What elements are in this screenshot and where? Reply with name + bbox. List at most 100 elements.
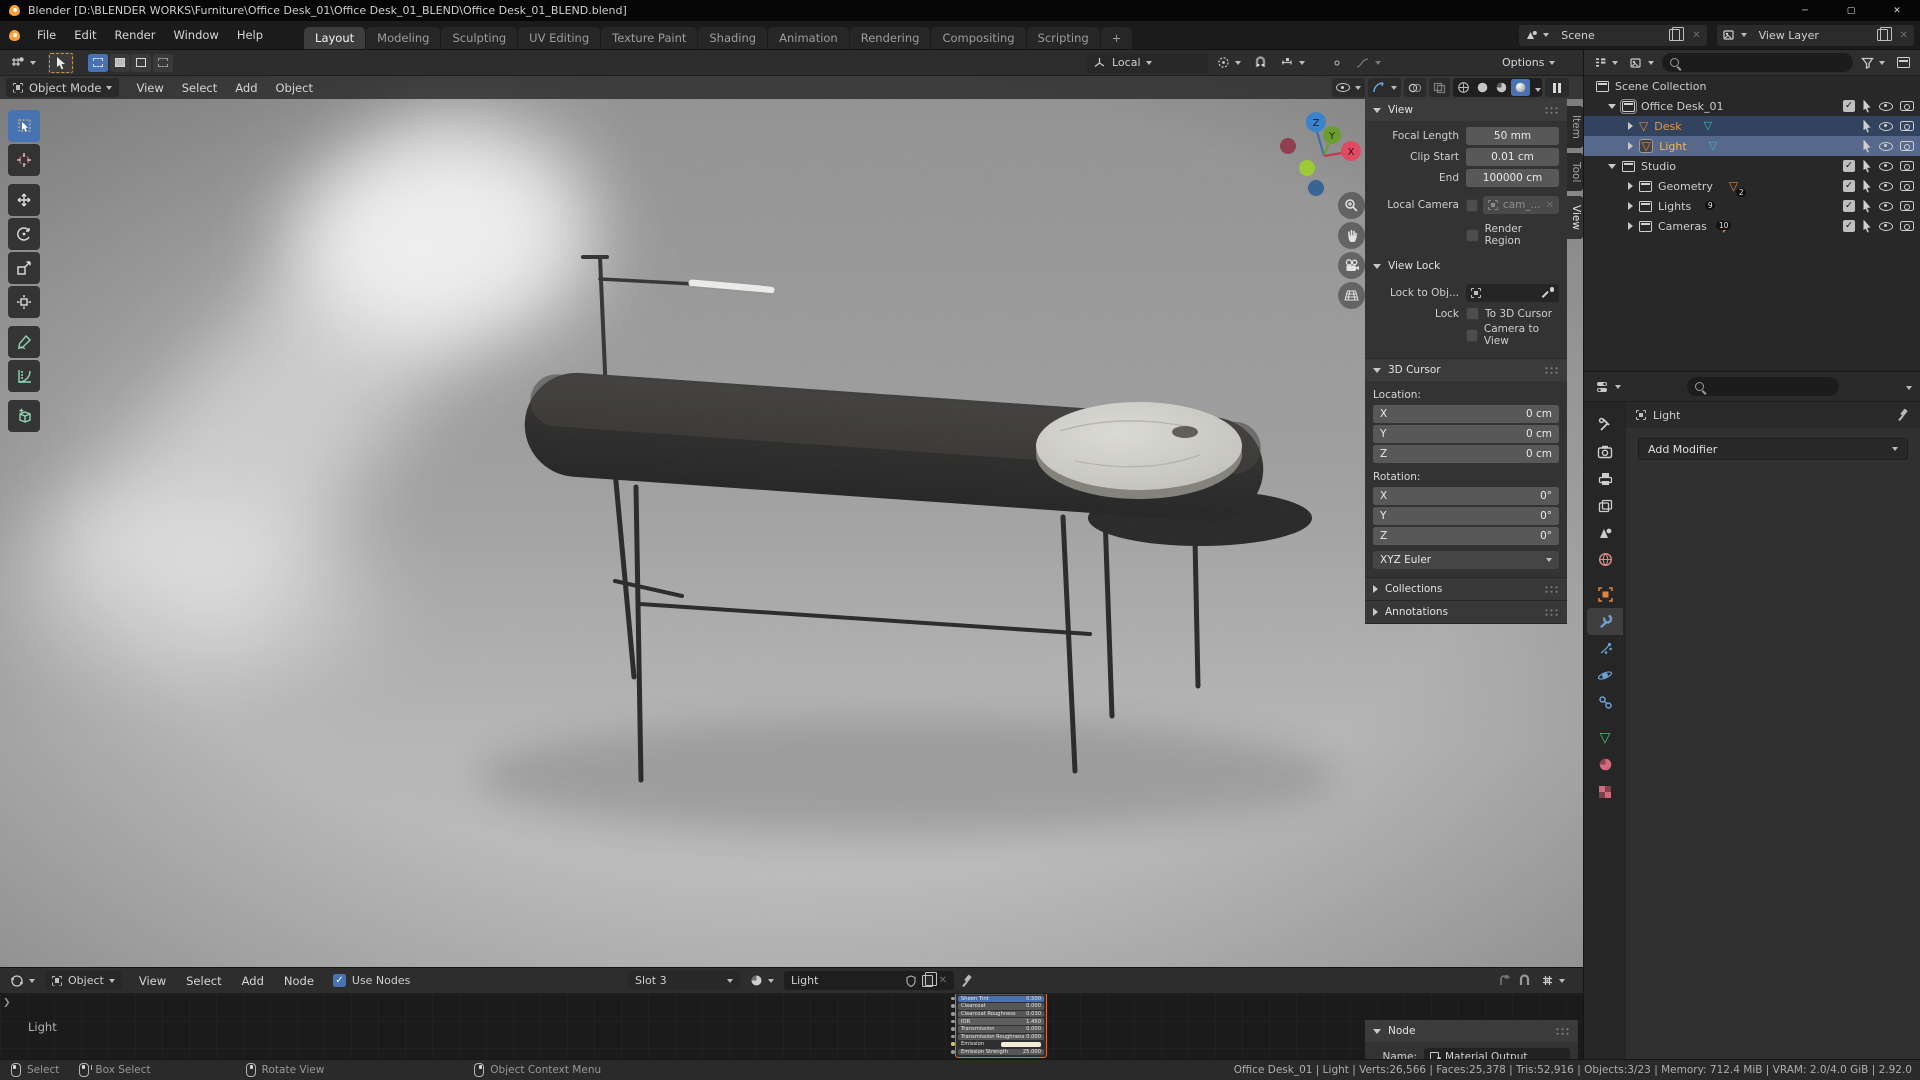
tool-scale[interactable]	[8, 252, 40, 284]
selectable-icon[interactable]	[1862, 120, 1872, 133]
hide-icon[interactable]	[1879, 142, 1893, 151]
panel-drag-handle[interactable]	[1544, 366, 1559, 375]
proportional-falloff-dropdown[interactable]	[1352, 53, 1385, 73]
outliner-item-cameras[interactable]: Cameras 10	[1584, 216, 1920, 236]
tab-object[interactable]	[1587, 581, 1623, 608]
cursor-loc-z[interactable]: Z0 cm	[1373, 445, 1559, 463]
select-mode-subtract[interactable]	[131, 54, 151, 72]
principled-bsdf-node[interactable]: Sheen0.000 Sheen Tint0.500 Clearcoat0.00…	[955, 994, 1047, 1058]
local-camera-field[interactable]: cam_... ✕	[1483, 196, 1559, 214]
mode-dropdown[interactable]: Object Mode	[6, 78, 119, 97]
tab-texture[interactable]	[1587, 778, 1623, 805]
node-panel-header[interactable]: Node	[1365, 1020, 1578, 1042]
object-visibility-dropdown[interactable]	[1332, 78, 1365, 97]
add-view-layer-icon[interactable]	[1871, 25, 1894, 46]
shader-menu-view[interactable]: View	[130, 968, 175, 993]
outliner-filter-funnel-dropdown[interactable]	[1857, 53, 1889, 72]
gizmos-dropdown[interactable]	[1368, 78, 1401, 97]
hide-icon[interactable]	[1879, 182, 1893, 191]
tab-render[interactable]	[1587, 438, 1623, 465]
clip-start-field[interactable]: 0.01 cm	[1466, 148, 1559, 166]
workspace-tab-layout[interactable]: Layout	[304, 27, 365, 49]
snapping-dropdown[interactable]	[1276, 53, 1309, 73]
breadcrumb-object-name[interactable]: Light	[1653, 409, 1680, 422]
tab-modifiers[interactable]	[1587, 608, 1623, 635]
shader-canvas[interactable]: ❯ Light Sheen0.000 Sheen Tint0.500 Clear…	[0, 994, 1583, 1059]
lock-to-object-field[interactable]	[1466, 284, 1559, 302]
unlink-material-icon[interactable]: ✕	[939, 975, 947, 986]
emission-color-swatch[interactable]	[1001, 1042, 1041, 1047]
expand-icon[interactable]	[1608, 104, 1616, 109]
viewport-menu-view[interactable]: View	[127, 76, 172, 99]
render-visibility-icon[interactable]	[1900, 201, 1914, 211]
editor-type-3d-viewport-icon[interactable]	[6, 53, 40, 73]
view-layer-browse-icon[interactable]	[1717, 25, 1753, 46]
select-mode-set[interactable]	[88, 54, 108, 72]
workspace-tab-shading[interactable]: Shading	[698, 27, 767, 49]
tab-constraints[interactable]	[1587, 689, 1623, 716]
exclude-checkbox[interactable]	[1843, 160, 1855, 172]
shading-wireframe-icon[interactable]	[1454, 79, 1473, 96]
cursor-rot-y[interactable]: Y0°	[1373, 507, 1559, 525]
tab-output[interactable]	[1587, 465, 1623, 492]
add-workspace-button[interactable]: +	[1101, 27, 1133, 49]
remove-view-layer-icon[interactable]: ✕	[1894, 25, 1914, 46]
tab-view-layer[interactable]	[1587, 492, 1623, 519]
cursor-loc-y[interactable]: Y0 cm	[1373, 425, 1559, 443]
zoom-button[interactable]	[1338, 192, 1365, 219]
parent-node-tree-icon[interactable]	[1498, 974, 1512, 987]
selectable-icon[interactable]	[1862, 160, 1872, 173]
selectable-icon[interactable]	[1862, 100, 1872, 113]
select-mode-extend[interactable]	[110, 54, 130, 72]
camera-view-button[interactable]	[1338, 252, 1365, 279]
panel-drag-handle[interactable]	[1544, 106, 1559, 115]
exclude-checkbox[interactable]	[1843, 100, 1855, 112]
tab-object-data[interactable]: ▽	[1587, 724, 1623, 751]
outliner-item-studio[interactable]: Studio	[1584, 156, 1920, 176]
options-dropdown[interactable]: Options	[1502, 56, 1555, 69]
selectable-icon[interactable]	[1862, 140, 1872, 153]
tab-physics[interactable]	[1587, 662, 1623, 689]
sidebar-collapse-arrow[interactable]: ❯	[3, 998, 11, 1008]
tab-particles[interactable]	[1587, 635, 1623, 662]
material-browse-icon[interactable]	[746, 971, 778, 990]
menu-window[interactable]: Window	[164, 21, 227, 49]
tool-move[interactable]	[8, 184, 40, 216]
expand-icon[interactable]	[1628, 182, 1633, 190]
outliner-item-office-desk[interactable]: Office Desk_01	[1584, 96, 1920, 116]
cursor-rot-z[interactable]: Z0°	[1373, 527, 1559, 545]
render-region-checkbox[interactable]	[1466, 229, 1479, 242]
menu-help[interactable]: Help	[228, 21, 272, 49]
workspace-tab-sculpting[interactable]: Sculpting	[441, 27, 517, 49]
shading-material-icon[interactable]	[1492, 79, 1511, 96]
shader-menu-select[interactable]: Select	[177, 968, 230, 993]
snap-node-icon[interactable]	[1518, 974, 1531, 987]
outliner-item-light[interactable]: ▽ Light ▽	[1584, 136, 1920, 156]
local-camera-checkbox[interactable]	[1466, 199, 1478, 212]
workspace-tab-texture-paint[interactable]: Texture Paint	[601, 27, 697, 49]
cursor-loc-x[interactable]: X0 cm	[1373, 405, 1559, 423]
workspace-tab-rendering[interactable]: Rendering	[850, 27, 931, 49]
menu-file[interactable]: File	[28, 21, 65, 49]
new-scene-icon[interactable]	[1663, 25, 1686, 46]
expand-icon[interactable]	[1628, 222, 1633, 230]
selectable-icon[interactable]	[1862, 180, 1872, 193]
outliner-item-geometry[interactable]: Geometry ▽2	[1584, 176, 1920, 196]
shading-options-dropdown[interactable]	[1530, 81, 1541, 95]
tab-tool[interactable]	[1587, 411, 1623, 438]
render-visibility-icon[interactable]	[1900, 101, 1914, 111]
camera-to-view-checkbox[interactable]	[1466, 329, 1478, 342]
tab-material[interactable]	[1587, 751, 1623, 778]
tool-transform[interactable]	[8, 286, 40, 318]
render-visibility-icon[interactable]	[1900, 221, 1914, 231]
slot-dropdown[interactable]: Slot 3	[628, 971, 740, 990]
cursor-rot-x[interactable]: X0°	[1373, 487, 1559, 505]
tool-rotate[interactable]	[8, 218, 40, 250]
use-nodes-toggle[interactable]: Use Nodes	[333, 974, 411, 987]
workspace-tab-uv-editing[interactable]: UV Editing	[518, 27, 600, 49]
eyedropper-icon[interactable]	[1542, 287, 1554, 299]
exclude-checkbox[interactable]	[1843, 180, 1855, 192]
workspace-tab-compositing[interactable]: Compositing	[931, 27, 1025, 49]
active-tool-select-box[interactable]	[48, 52, 74, 74]
selectable-icon[interactable]	[1862, 220, 1872, 233]
